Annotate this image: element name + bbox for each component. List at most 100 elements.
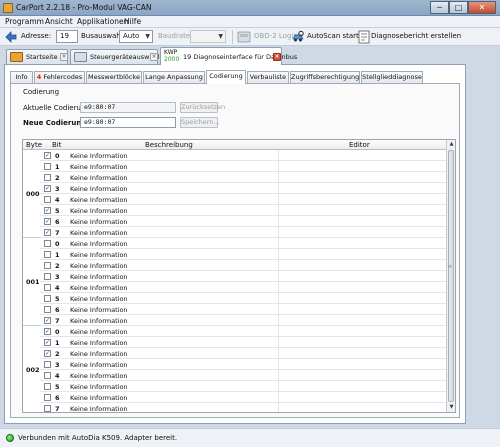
bit-editor-cell[interactable] [278, 205, 447, 216]
bit-editor-cell[interactable] [278, 249, 447, 260]
bit-checkbox[interactable]: ✓ [44, 229, 51, 236]
bus-select-value: Auto [123, 32, 140, 40]
tab-info[interactable]: Info [10, 71, 33, 83]
toolbar-separator [232, 30, 233, 44]
bit-editor-cell[interactable] [278, 370, 447, 381]
tab-stellglieddiagnose[interactable]: Stellglieddiagnose [361, 71, 423, 83]
bit-editor-cell[interactable] [278, 161, 447, 172]
bit-editor-cell[interactable] [278, 150, 447, 161]
bit-editor-cell[interactable] [278, 359, 447, 370]
bit-checkbox[interactable]: ✓ [44, 218, 51, 225]
tab-messwertbloecke[interactable]: Messwertblöcke [86, 71, 142, 83]
title-bar: CarPort 2.2.18 - Pro-Modul VAG-CAN ─ □ ✕ [0, 0, 500, 16]
bit-editor-cell[interactable] [278, 304, 447, 315]
menu-applikationen[interactable]: Applikationen [77, 17, 128, 26]
close-icon[interactable]: × [273, 53, 281, 61]
menu-programm[interactable]: Programm [5, 17, 44, 26]
autoscan-icon[interactable] [291, 30, 305, 44]
bit-checkbox[interactable]: ✓ [44, 152, 51, 159]
bit-editor-cell[interactable] [278, 348, 447, 359]
bit-editor-cell[interactable] [278, 216, 447, 227]
menu-ansicht[interactable]: Ansicht [45, 17, 73, 26]
maximize-button[interactable]: □ [449, 1, 468, 14]
tab-zugriffsberechtigung[interactable]: Zugriffsberechtigung [290, 71, 360, 83]
new-coding-input[interactable]: e9:80:07 [80, 117, 176, 128]
bit-editor-cell[interactable] [278, 326, 447, 337]
bit-checkbox[interactable] [44, 196, 51, 203]
tab-lange-anpassung[interactable]: Lange Anpassung [143, 71, 205, 83]
bit-checkbox[interactable] [44, 394, 51, 401]
bit-checkbox[interactable] [44, 284, 51, 291]
bit-checkbox[interactable]: ✓ [44, 339, 51, 346]
bit-checkbox[interactable]: ✓ [44, 328, 51, 335]
bit-checkbox[interactable] [44, 240, 51, 247]
bit-number: 1 [55, 250, 60, 259]
bit-editor-cell[interactable] [278, 227, 447, 238]
tab-steuergeraeteauswahl[interactable]: Steuergeräteauswahl × [70, 49, 160, 64]
bit-checkbox[interactable] [44, 295, 51, 302]
coding-group: Codierung Aktuelle Codierung: e9:80:07 Z… [20, 88, 455, 135]
bit-editor-cell[interactable] [278, 238, 447, 249]
scroll-thumb[interactable] [448, 150, 454, 402]
bit-editor-cell[interactable] [278, 293, 447, 304]
bit-editor-cell[interactable] [278, 282, 447, 293]
address-input[interactable]: 19 [56, 30, 78, 43]
chevron-down-icon: ▼ [218, 33, 223, 40]
bit-checkbox[interactable] [44, 405, 51, 412]
bit-editor-cell[interactable] [278, 271, 447, 282]
bit-description: Keine Information [70, 184, 128, 193]
bit-checkbox[interactable] [44, 174, 51, 181]
bit-description: Keine Information [70, 250, 128, 259]
obd-login-icon[interactable] [237, 30, 251, 44]
tab-diagnoseinterface[interactable]: KWP 2000 19 Diagnoseinterface für Datenb… [160, 47, 297, 65]
bus-select[interactable]: Auto ▼ [119, 30, 153, 43]
bit-editor-cell[interactable] [278, 381, 447, 392]
bit-checkbox[interactable]: ✓ [44, 207, 51, 214]
bit-checkbox[interactable] [44, 273, 51, 280]
menu-hilfe[interactable]: Hilfe [124, 17, 141, 26]
bit-editor-cell[interactable] [278, 183, 447, 194]
minimize-button[interactable]: ─ [430, 1, 449, 14]
bit-editor-cell[interactable] [278, 194, 447, 205]
bit-number: 2 [55, 349, 60, 358]
reset-button[interactable]: Zurücksetzen [180, 102, 225, 113]
table-row: 3 Keine Information [40, 359, 447, 370]
baud-select[interactable]: ▼ [190, 30, 226, 43]
bit-checkbox[interactable] [44, 361, 51, 368]
close-button[interactable]: ✕ [468, 1, 496, 14]
bit-checkbox[interactable]: ✓ [44, 185, 51, 192]
bit-checkbox[interactable] [44, 383, 51, 390]
report-icon[interactable] [357, 30, 371, 44]
bit-checkbox[interactable] [44, 163, 51, 170]
close-icon[interactable]: × [60, 53, 68, 61]
bit-checkbox[interactable] [44, 306, 51, 313]
bit-number: 2 [55, 261, 60, 270]
close-icon[interactable]: × [150, 53, 158, 61]
bit-editor-cell[interactable] [278, 172, 447, 183]
tab-codierung[interactable]: Codierung [206, 70, 246, 84]
bit-checkbox[interactable]: ✓ [44, 350, 51, 357]
bit-editor-cell[interactable] [278, 337, 447, 348]
warning-count: 4 [36, 73, 42, 81]
bit-checkbox[interactable] [44, 262, 51, 269]
bit-checkbox[interactable] [44, 372, 51, 379]
bit-checkbox[interactable]: ✓ [44, 317, 51, 324]
back-arrow-icon[interactable] [4, 30, 18, 44]
tab-steuergeraeteauswahl-label: Steuergeräteauswahl [90, 53, 160, 61]
bit-editor-cell[interactable] [278, 315, 447, 326]
tab-startseite[interactable]: Startseite × [6, 49, 68, 64]
save-button[interactable]: Speichern... [180, 117, 220, 128]
tab-verbauliste[interactable]: Verbauliste [247, 71, 289, 83]
bit-editor-cell[interactable] [278, 403, 447, 412]
tab-fehlercodes[interactable]: 4 Fehlercodes [34, 71, 85, 83]
bit-checkbox[interactable] [44, 251, 51, 258]
scroll-down-icon[interactable]: ▼ [447, 403, 455, 412]
table-scrollbar[interactable]: ▲ ≡ ▼ [446, 140, 455, 412]
tab-fehlercodes-label: Fehlercodes [43, 73, 83, 81]
scroll-up-icon[interactable]: ▲ [447, 140, 455, 149]
car-icon [10, 52, 23, 62]
bit-description: Keine Information [70, 371, 128, 380]
diagnostic-report-button[interactable]: Diagnosebericht erstellen [371, 32, 461, 40]
bit-editor-cell[interactable] [278, 260, 447, 271]
bit-editor-cell[interactable] [278, 392, 447, 403]
